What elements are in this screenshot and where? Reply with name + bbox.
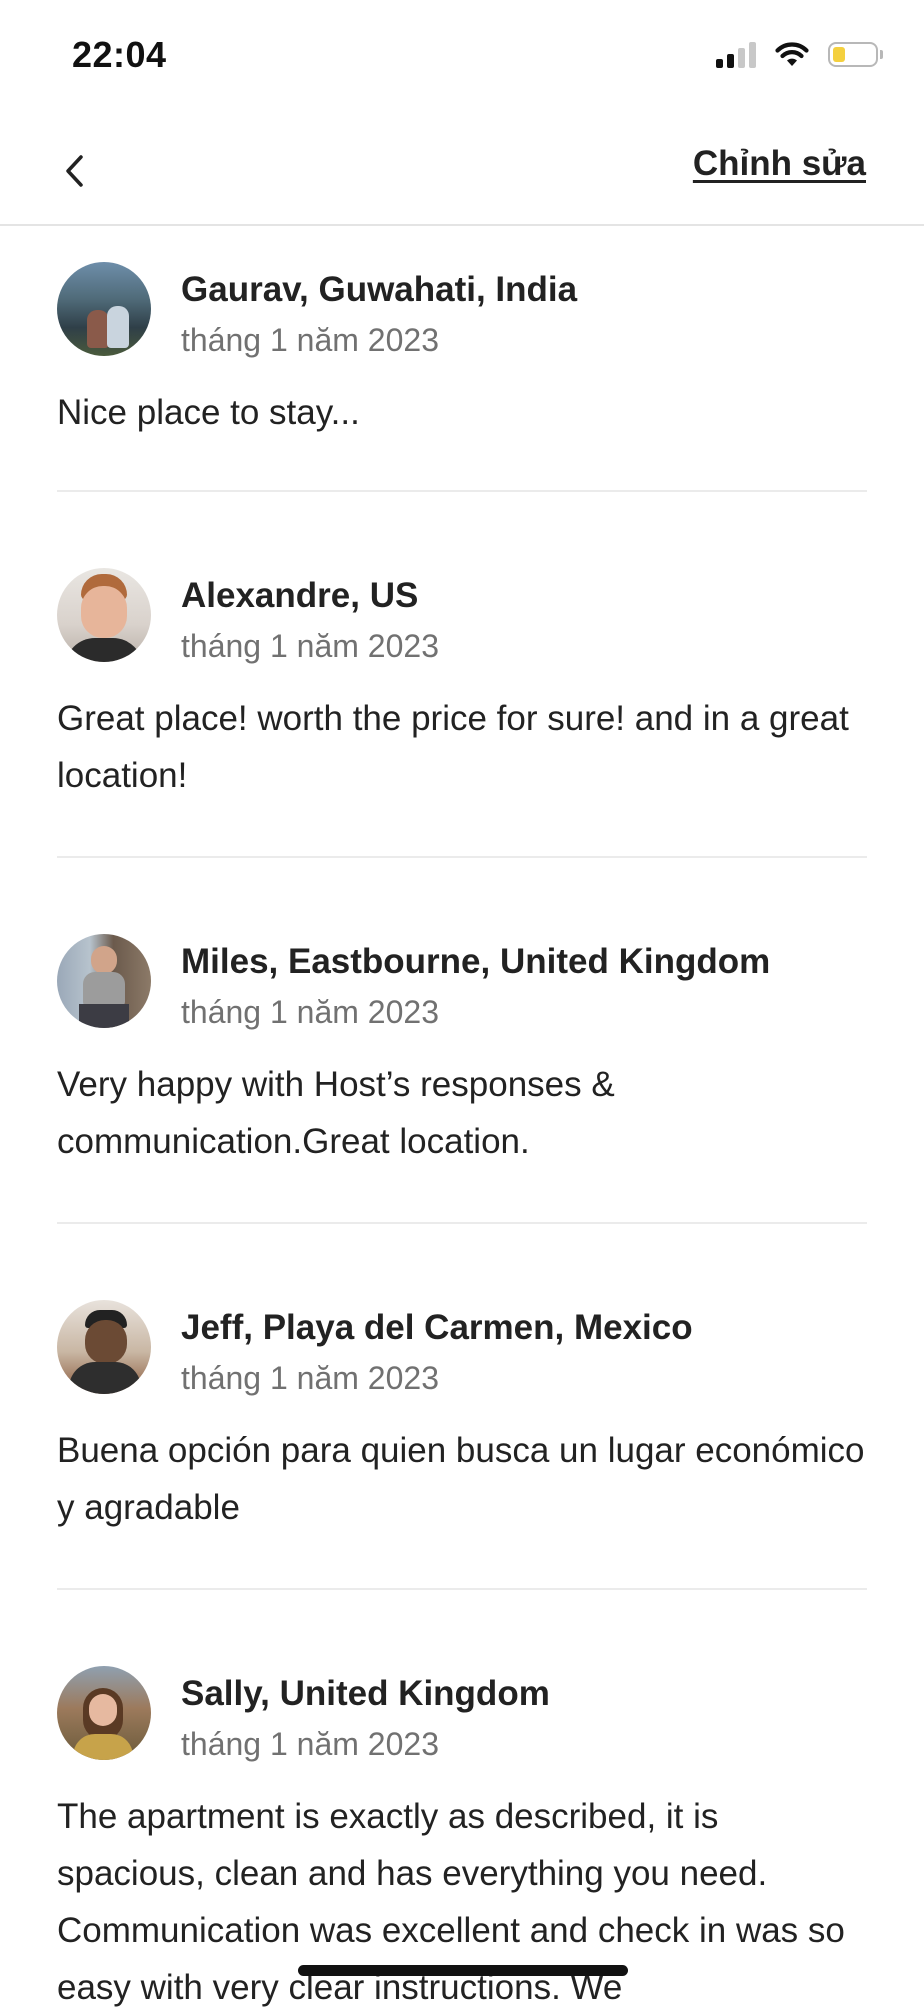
review-header: Sally, United Kingdom tháng 1 năm 2023 — [57, 1666, 867, 1766]
review-header: Jeff, Playa del Carmen, Mexico tháng 1 n… — [57, 1300, 867, 1400]
back-button[interactable] — [50, 146, 100, 196]
nav-bar: Chỉnh sửa — [0, 118, 924, 226]
review-date: tháng 1 năm 2023 — [181, 628, 439, 664]
reviewer-name: Miles, Eastbourne, United Kingdom — [181, 942, 771, 981]
review-header: Alexandre, US tháng 1 năm 2023 — [57, 568, 867, 668]
review-text: Buena opción para quien busca un lugar e… — [57, 1431, 865, 1527]
review-item: Sally, United Kingdom tháng 1 năm 2023 T… — [57, 1590, 867, 2016]
battery-level-fill — [833, 46, 845, 62]
review-item: Gaurav, Guwahati, India tháng 1 năm 2023… — [57, 226, 867, 492]
review-date: tháng 1 năm 2023 — [181, 1726, 439, 1762]
reviewer-name: Sally, United Kingdom — [181, 1674, 550, 1713]
battery-low-icon — [828, 41, 883, 67]
edit-link[interactable]: Chỉnh sửa — [693, 144, 866, 184]
reviewer-meta: Jeff, Playa del Carmen, Mexico tháng 1 n… — [181, 1300, 693, 1400]
wifi-icon — [775, 42, 809, 66]
reviewer-avatar[interactable] — [57, 1300, 151, 1394]
reviewer-meta: Gaurav, Guwahati, India tháng 1 năm 2023 — [181, 262, 577, 362]
review-header: Miles, Eastbourne, United Kingdom tháng … — [57, 934, 867, 1034]
reviewer-meta: Alexandre, US tháng 1 năm 2023 — [181, 568, 439, 668]
review-item: Jeff, Playa del Carmen, Mexico tháng 1 n… — [57, 1224, 867, 1590]
reviewer-avatar[interactable] — [57, 262, 151, 356]
reviewer-avatar[interactable] — [57, 934, 151, 1028]
reviewer-name: Alexandre, US — [181, 576, 419, 615]
review-item: Alexandre, US tháng 1 năm 2023 Great pla… — [57, 492, 867, 858]
cellular-signal-icon — [716, 40, 756, 68]
reviewer-meta: Sally, United Kingdom tháng 1 năm 2023 — [181, 1666, 550, 1766]
review-text: Very happy with Host’s responses & commu… — [57, 1065, 615, 1161]
status-icons — [716, 40, 883, 68]
status-time: 22:04 — [72, 34, 167, 75]
home-indicator — [298, 1965, 628, 1976]
review-date: tháng 1 năm 2023 — [181, 1360, 439, 1396]
reviewer-meta: Miles, Eastbourne, United Kingdom tháng … — [181, 934, 770, 1034]
status-bar: 22:04 — [0, 0, 924, 118]
reviewer-name: Gaurav, Guwahati, India — [181, 270, 578, 309]
review-date: tháng 1 năm 2023 — [181, 994, 439, 1030]
review-text: The apartment is exactly as described, i… — [57, 1797, 845, 2007]
review-item: Miles, Eastbourne, United Kingdom tháng … — [57, 858, 867, 1224]
reviewer-avatar[interactable] — [57, 1666, 151, 1760]
review-date: tháng 1 năm 2023 — [181, 322, 439, 358]
reviewer-name: Jeff, Playa del Carmen, Mexico — [181, 1308, 693, 1347]
reviewer-avatar[interactable] — [57, 568, 151, 662]
reviews-list: Gaurav, Guwahati, India tháng 1 năm 2023… — [57, 226, 867, 2016]
review-text: Nice place to stay... — [57, 393, 360, 432]
chevron-left-icon — [66, 155, 83, 187]
review-header: Gaurav, Guwahati, India tháng 1 năm 2023 — [57, 262, 867, 362]
review-text: Great place! worth the price for sure! a… — [57, 699, 849, 795]
